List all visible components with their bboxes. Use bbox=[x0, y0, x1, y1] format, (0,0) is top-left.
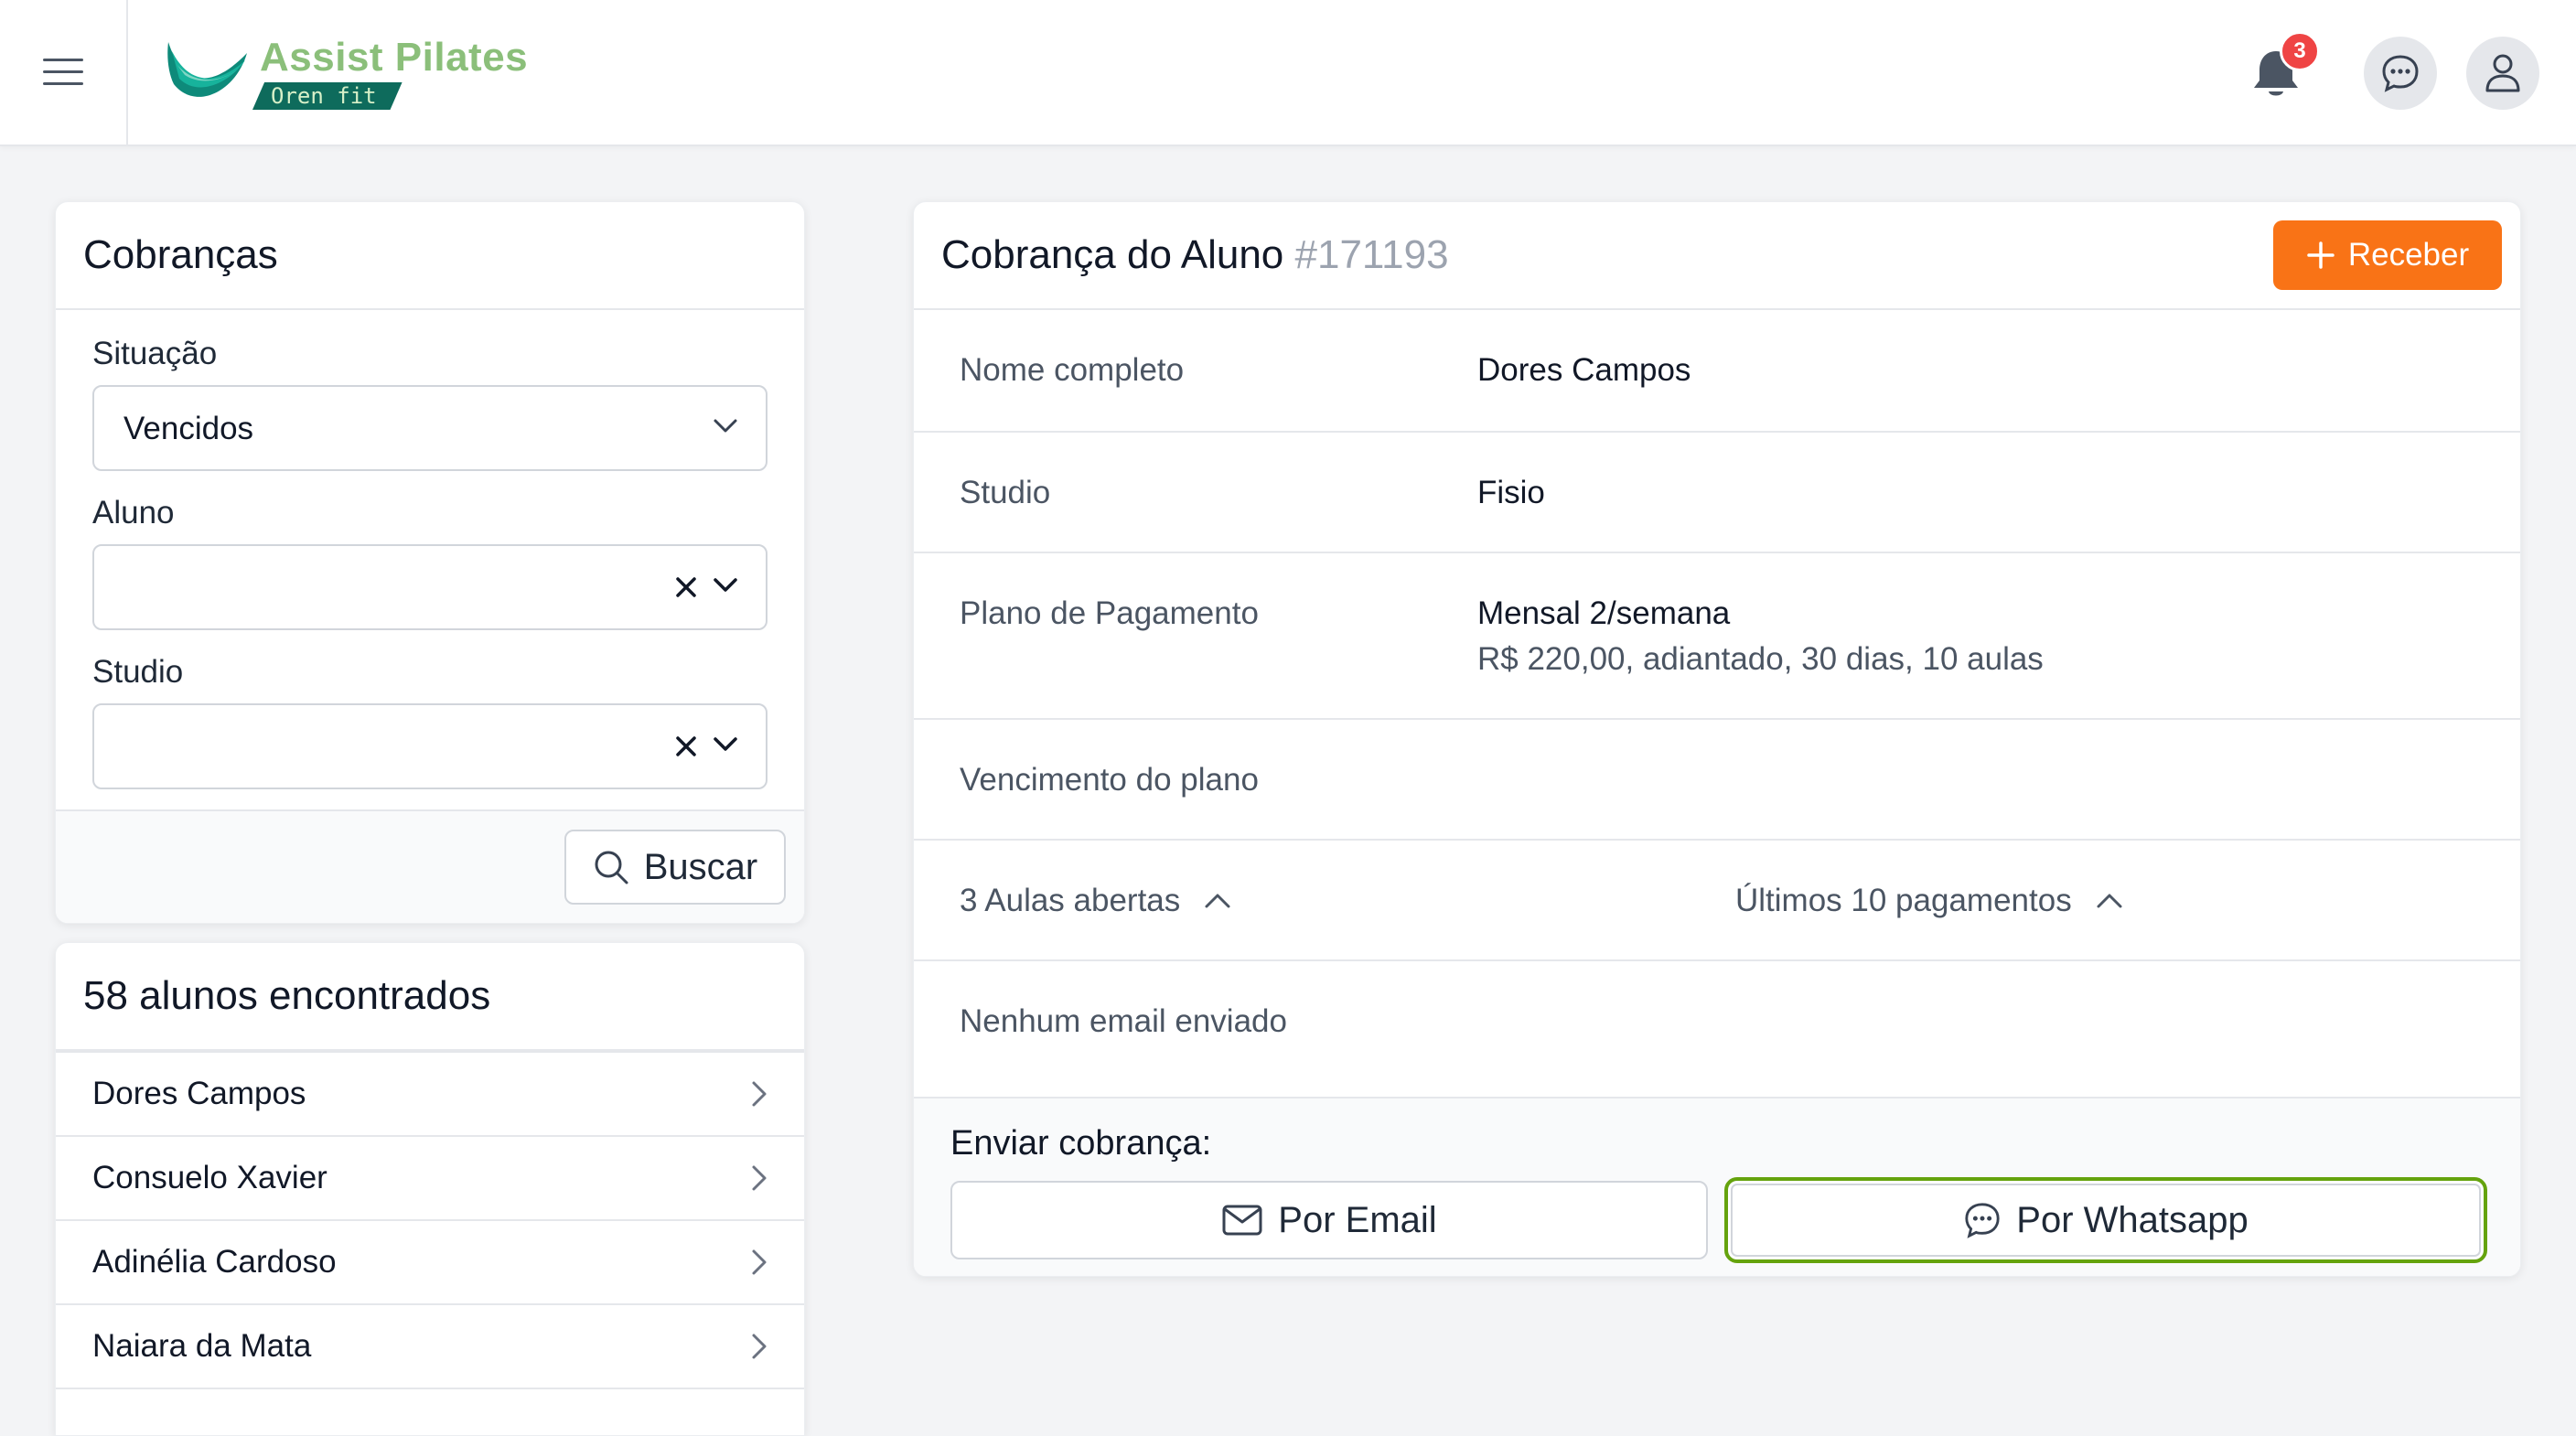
chevron-right-icon bbox=[752, 1249, 767, 1275]
brand-logo[interactable]: Assist Pilates Oren fit bbox=[165, 33, 528, 115]
situacao-label: Situação bbox=[92, 336, 218, 371]
aluno-label: Aluno bbox=[92, 495, 175, 530]
plano-detail: R$ 220,00, adiantado, 30 dias, 10 aulas bbox=[1477, 641, 2044, 677]
search-button-label: Buscar bbox=[643, 846, 758, 887]
email-status: Nenhum email enviado bbox=[960, 1003, 1287, 1039]
studio-select[interactable] bbox=[92, 703, 767, 789]
chevron-down-icon bbox=[714, 419, 737, 433]
logo-mark-icon bbox=[167, 42, 247, 97]
hamburger-menu-icon bbox=[43, 59, 83, 85]
list-item[interactable] bbox=[56, 1388, 804, 1435]
envelope-icon bbox=[1222, 1205, 1262, 1236]
student-name: Naiara da Mata bbox=[92, 1328, 312, 1364]
plano-label: Plano de Pagamento bbox=[960, 595, 1259, 631]
user-icon bbox=[2485, 54, 2520, 92]
search-button[interactable]: Buscar bbox=[564, 830, 786, 905]
send-charge-section: Enviar cobrança: Por Email Por Whatsapp bbox=[914, 1097, 2520, 1276]
clear-icon[interactable] bbox=[674, 575, 698, 599]
student-name: Consuelo Xavier bbox=[92, 1160, 327, 1195]
detail-row-toggles: 3 Aulas abertas Últimos 10 pagamentos bbox=[914, 839, 2520, 959]
send-whatsapp-label: Por Whatsapp bbox=[2016, 1199, 2249, 1240]
chevron-down-icon bbox=[714, 737, 737, 751]
list-item[interactable]: Consuelo Xavier bbox=[56, 1135, 804, 1219]
pagamentos-toggle-label: Últimos 10 pagamentos bbox=[1735, 883, 2072, 918]
chevron-right-icon bbox=[752, 1081, 767, 1107]
vencimento-label: Vencimento do plano bbox=[960, 762, 1259, 798]
send-email-label: Por Email bbox=[1278, 1199, 1437, 1240]
detail-row-studio: Studio Fisio bbox=[914, 431, 2520, 552]
user-menu-button[interactable] bbox=[2466, 37, 2539, 110]
plus-icon bbox=[2307, 241, 2334, 269]
clear-icon[interactable] bbox=[674, 734, 698, 758]
chat-bubble-icon bbox=[2382, 55, 2419, 92]
situacao-value: Vencidos bbox=[123, 411, 254, 446]
chevron-right-icon bbox=[752, 1334, 767, 1359]
chevron-up-icon bbox=[1205, 894, 1230, 908]
aluno-select[interactable] bbox=[92, 544, 767, 630]
aulas-toggle-label: 3 Aulas abertas bbox=[960, 883, 1181, 918]
student-name: Adinélia Cardoso bbox=[92, 1244, 337, 1280]
detail-row-email-status: Nenhum email enviado bbox=[914, 959, 2520, 1097]
nome-value: Dores Campos bbox=[1477, 352, 1691, 388]
charge-id: #171193 bbox=[1294, 232, 1449, 277]
filters-title: Cobranças bbox=[83, 232, 278, 277]
studio-label: Studio bbox=[960, 475, 1051, 510]
charge-detail-card: Cobrança do Aluno #171193 Receber Nome c… bbox=[913, 201, 2521, 1277]
receive-button-label: Receber bbox=[2347, 237, 2470, 273]
studio-label: Studio bbox=[92, 654, 184, 690]
filters-card: Cobranças Situação Vencidos Aluno Studio… bbox=[55, 201, 805, 924]
send-charge-label: Enviar cobrança: bbox=[950, 1124, 1212, 1163]
brand-subtitle: Oren fit bbox=[252, 82, 402, 110]
situacao-select[interactable]: Vencidos bbox=[92, 385, 767, 471]
filters-header: Cobranças bbox=[56, 202, 804, 310]
messages-button[interactable] bbox=[2364, 37, 2437, 110]
chevron-up-icon bbox=[2097, 894, 2122, 908]
receive-button[interactable]: Receber bbox=[2273, 220, 2502, 290]
results-header: 58 alunos encontrados bbox=[56, 943, 804, 1051]
detail-row-vencimento: Vencimento do plano bbox=[914, 718, 2520, 839]
send-email-button[interactable]: Por Email bbox=[950, 1181, 1708, 1259]
whatsapp-chat-icon bbox=[1965, 1203, 2000, 1238]
notifications-button[interactable]: 3 bbox=[2241, 31, 2320, 110]
detail-title: Cobrança do Aluno bbox=[941, 232, 1284, 277]
results-card: 58 alunos encontrados Dores Campos Consu… bbox=[55, 942, 805, 1436]
filters-footer: Buscar bbox=[56, 809, 804, 923]
aulas-toggle[interactable]: 3 Aulas abertas bbox=[960, 883, 1231, 919]
student-name: Dores Campos bbox=[92, 1076, 306, 1111]
send-whatsapp-button[interactable]: Por Whatsapp bbox=[1724, 1177, 2487, 1263]
menu-button[interactable] bbox=[0, 0, 128, 145]
list-item[interactable]: Dores Campos bbox=[56, 1051, 804, 1135]
plano-value: Mensal 2/semana bbox=[1477, 595, 1731, 631]
brand-title: Assist Pilates bbox=[260, 35, 529, 80]
nome-label: Nome completo bbox=[960, 352, 1185, 388]
list-item[interactable]: Adinélia Cardoso bbox=[56, 1219, 804, 1303]
detail-row-nome: Nome completo Dores Campos bbox=[914, 310, 2520, 431]
search-icon bbox=[595, 851, 628, 884]
detail-row-plano: Plano de Pagamento Mensal 2/semana R$ 22… bbox=[914, 552, 2520, 718]
chevron-down-icon bbox=[714, 578, 737, 592]
pagamentos-toggle[interactable]: Últimos 10 pagamentos bbox=[1735, 883, 2123, 919]
results-title: 58 alunos encontrados bbox=[83, 973, 491, 1018]
top-bar: Assist Pilates Oren fit 3 bbox=[0, 0, 2576, 146]
studio-value: Fisio bbox=[1477, 475, 1545, 510]
list-item[interactable]: Naiara da Mata bbox=[56, 1303, 804, 1388]
notifications-badge: 3 bbox=[2280, 31, 2320, 71]
chevron-right-icon bbox=[752, 1165, 767, 1191]
